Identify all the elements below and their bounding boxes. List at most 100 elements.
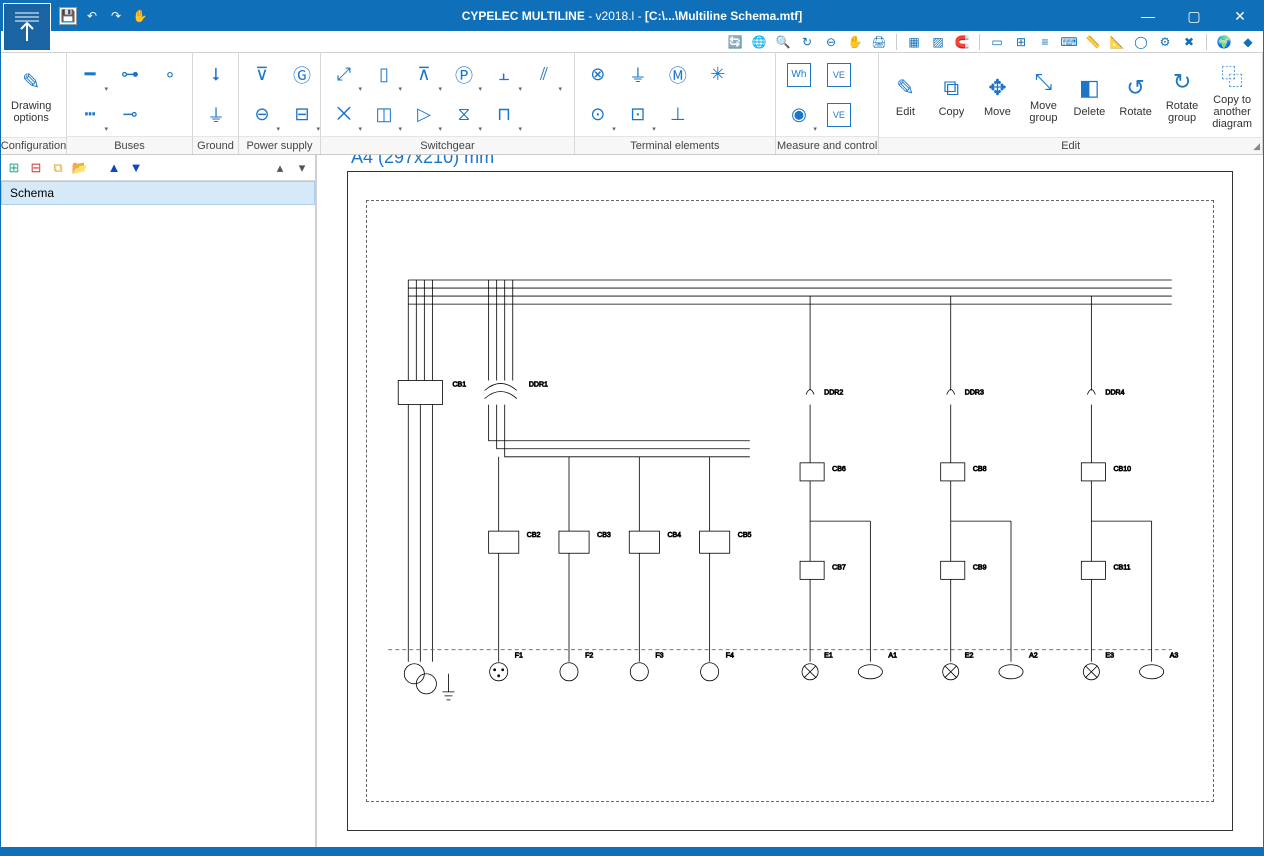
relay-p-icon[interactable]: Ⓟ▾ <box>445 56 483 94</box>
delete-tool-icon[interactable]: ✖ <box>1180 33 1198 51</box>
meter-wh-icon[interactable]: Wh <box>787 63 811 87</box>
thermal-icon[interactable]: ⫠▾ <box>485 56 523 94</box>
maximize-button[interactable]: ▢ <box>1171 1 1217 31</box>
copy-button[interactable]: ⧉Copy <box>929 55 973 135</box>
spare2-icon[interactable] <box>699 96 737 134</box>
separator <box>979 34 980 50</box>
open-button[interactable]: 📂 <box>71 159 89 177</box>
svg-text:DDR4: DDR4 <box>1105 390 1124 397</box>
ribbon-group-measure: Wh ◉▾ VE VE Measure and control <box>776 53 879 154</box>
page-title: A4 (297x210) mm <box>347 155 498 168</box>
heater-icon[interactable]: ✳ <box>699 56 737 94</box>
redo-button[interactable]: ↷ <box>107 7 125 25</box>
edit-button[interactable]: ✎Edit <box>883 55 927 135</box>
snap-icon[interactable]: ▦ <box>905 33 923 51</box>
zoom-window-icon[interactable]: 🔍 <box>774 33 792 51</box>
undo-button[interactable]: ↶ <box>83 7 101 25</box>
battery-icon[interactable]: ⊟▾ <box>283 96 321 134</box>
rotate-button[interactable]: ↺Rotate <box>1113 55 1157 135</box>
breaker-sw-icon[interactable]: ⨉▾ <box>325 96 363 134</box>
save-button[interactable]: 💾 <box>59 7 77 25</box>
layers-icon[interactable]: ≡ <box>1036 33 1054 51</box>
bus-dotted-icon[interactable]: ┅▾ <box>71 96 109 134</box>
pattern-icon[interactable]: ▨ <box>929 33 947 51</box>
canvas[interactable]: CB1 DDR1 CB2 <box>317 155 1263 847</box>
bus-node-icon[interactable]: ⊶ <box>111 56 149 94</box>
globe-refresh-icon[interactable]: 🔄 <box>726 33 744 51</box>
fuse-icon[interactable]: ▯▾ <box>365 56 403 94</box>
rect-icon[interactable]: ▭ <box>988 33 1006 51</box>
timer-icon[interactable]: ⧖▾ <box>445 96 483 134</box>
hand-tool-button[interactable]: ✋ <box>131 7 149 25</box>
bus-point-icon[interactable]: ∘ <box>151 56 189 94</box>
delete-button[interactable]: ◧Delete <box>1067 55 1111 135</box>
ground-t-icon[interactable]: ⏚ <box>619 56 657 94</box>
bus-line-icon[interactable]: ━▾ <box>71 56 109 94</box>
measure-icon[interactable]: 📏 <box>1084 33 1102 51</box>
svg-text:F3: F3 <box>655 653 663 660</box>
fuse2-icon[interactable]: ◫▾ <box>365 96 403 134</box>
minimize-button[interactable]: — <box>1125 1 1171 31</box>
motor-icon[interactable]: Ⓜ <box>659 56 697 94</box>
contact-icon[interactable]: ⊼▾ <box>405 56 443 94</box>
contactor-icon[interactable]: ⊓▾ <box>485 96 523 134</box>
tree-list[interactable]: Schema <box>1 181 315 847</box>
drawing-options-button[interactable]: ✎ Drawing options <box>5 55 57 135</box>
magnet-icon[interactable]: 🧲 <box>953 33 971 51</box>
bus-branch-icon[interactable]: ⊸ <box>111 96 149 134</box>
angle-icon[interactable]: 📐 <box>1108 33 1126 51</box>
settings-icon[interactable]: ⚙ <box>1156 33 1174 51</box>
indicator-icon[interactable]: ◉▾ <box>780 96 818 134</box>
move-group-button[interactable]: ⤡Move group <box>1021 55 1065 135</box>
rotate-group-button[interactable]: ↻Rotate group <box>1160 55 1204 135</box>
copy-to-diagram-button[interactable]: ⿻Copy to another diagram <box>1206 55 1258 135</box>
switch-icon[interactable]: ⤢▾ <box>325 56 363 94</box>
antenna-icon[interactable]: ⊽ <box>243 56 281 94</box>
bus-empty-icon[interactable] <box>151 96 189 134</box>
add-item-button[interactable]: ⊞ <box>5 159 23 177</box>
spare-icon[interactable] <box>525 96 563 134</box>
group-expander-icon[interactable]: ◢ <box>1253 141 1260 152</box>
generator-icon[interactable]: Ⓖ <box>283 56 321 94</box>
svg-text:CB6: CB6 <box>832 466 846 473</box>
app-icon <box>3 3 51 51</box>
tree-item-schema[interactable]: Schema <box>1 181 315 205</box>
close-button[interactable]: ✕ <box>1217 1 1263 31</box>
help-icon[interactable]: ◆ <box>1239 33 1257 51</box>
circle-tool-icon[interactable]: ◯ <box>1132 33 1150 51</box>
ground-earth-icon[interactable]: ⏚ <box>197 96 235 134</box>
grid-icon[interactable]: ⊞ <box>1012 33 1030 51</box>
zoom-out-icon[interactable]: ⊖ <box>822 33 840 51</box>
print-icon[interactable]: 🖨 <box>870 33 888 51</box>
svg-text:DDR1: DDR1 <box>529 381 548 388</box>
move-button[interactable]: ✥Move <box>975 55 1019 135</box>
socket-dots-icon[interactable]: ⊙▾ <box>579 96 617 134</box>
pan-icon[interactable]: ✋ <box>846 33 864 51</box>
group-label: Measure and control <box>776 136 878 154</box>
meter-ve2-icon[interactable]: VE <box>827 103 851 127</box>
socket-icon[interactable]: ⊡▾ <box>619 96 657 134</box>
ground-arrow-icon[interactable]: ⭣ <box>197 56 235 94</box>
move-up-button[interactable]: ▲ <box>105 159 123 177</box>
group-label: Terminal elements <box>575 136 775 154</box>
globe-icon[interactable]: 🌐 <box>750 33 768 51</box>
terminal-icon[interactable]: ⊥ <box>659 96 697 134</box>
move-down-button[interactable]: ▼ <box>127 159 145 177</box>
ribbon-group-buses: ━▾ ┅▾ ⊶ ⊸ ∘ Buses <box>67 53 193 154</box>
transformer-icon[interactable]: ⊖▾ <box>243 96 281 134</box>
keyboard-icon[interactable]: ⌨ <box>1060 33 1078 51</box>
collapse-down-button[interactable]: ▾ <box>293 159 311 177</box>
capacitor-icon[interactable]: ⫽▾ <box>525 56 563 94</box>
ribbon-group-ground: ⭣ ⏚ Ground <box>193 53 239 154</box>
eraser-icon: ◧ <box>1073 72 1105 104</box>
help-globe-icon[interactable]: 🌍 <box>1215 33 1233 51</box>
collapse-up-button[interactable]: ▴ <box>271 159 289 177</box>
duplicate-button[interactable]: ⧉ <box>49 159 67 177</box>
side-panel: ⊞ ⊟ ⧉ 📂 ▲ ▼ ▴ ▾ Schema <box>1 155 317 847</box>
delete-item-button[interactable]: ⊟ <box>27 159 45 177</box>
svg-text:A1: A1 <box>888 653 897 660</box>
meter-ve-icon[interactable]: VE <box>827 63 851 87</box>
diode-icon[interactable]: ▷▾ <box>405 96 443 134</box>
lamp-icon[interactable]: ⊗ <box>579 56 617 94</box>
refresh-icon[interactable]: ↻ <box>798 33 816 51</box>
